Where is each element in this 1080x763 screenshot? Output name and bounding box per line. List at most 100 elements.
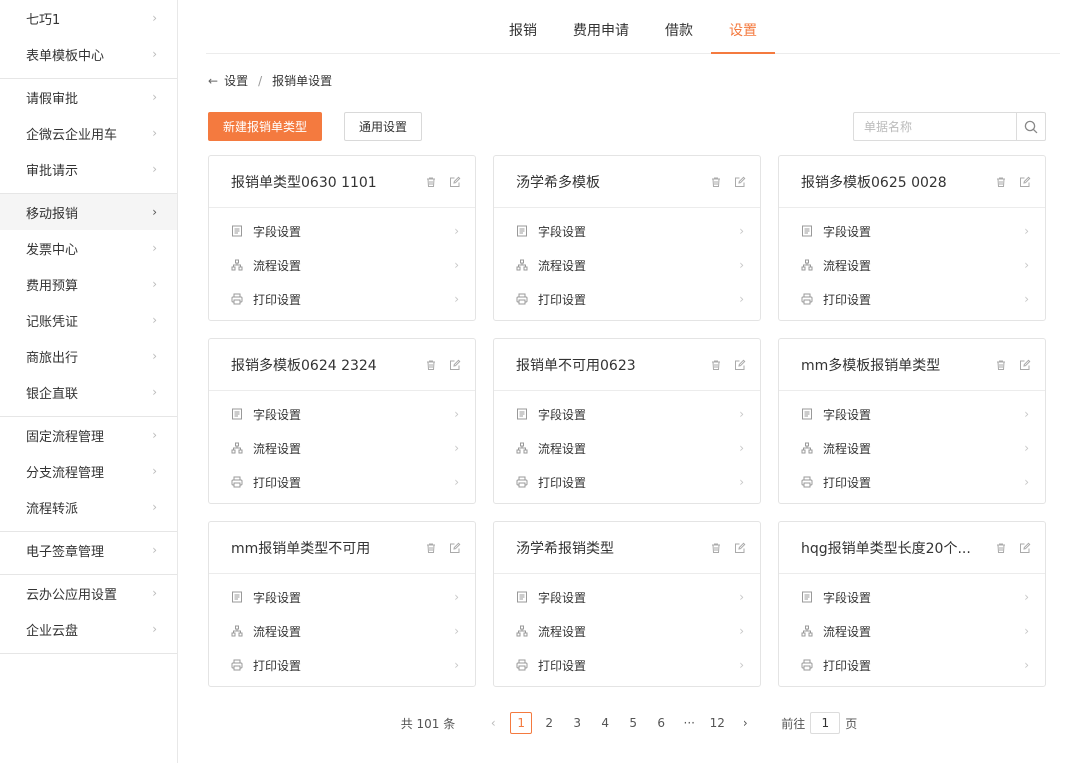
- search-input[interactable]: [854, 113, 1016, 140]
- setting-row[interactable]: 打印设置 ›: [209, 282, 475, 316]
- tab-item[interactable]: 费用申请: [555, 0, 647, 54]
- setting-row[interactable]: 打印设置 ›: [779, 282, 1045, 316]
- sidebar-item[interactable]: 企微云企业用车 ›: [0, 115, 177, 151]
- setting-row[interactable]: 流程设置 ›: [494, 431, 760, 465]
- trash-icon[interactable]: [710, 176, 722, 188]
- setting-row[interactable]: 流程设置 ›: [209, 431, 475, 465]
- card-actions: [710, 542, 746, 554]
- goto-page-input[interactable]: [810, 712, 841, 734]
- sidebar-item[interactable]: 固定流程管理 ›: [0, 417, 177, 453]
- trash-icon[interactable]: [425, 542, 437, 554]
- chevron-right-icon: ›: [152, 313, 157, 327]
- setting-row[interactable]: 字段设置 ›: [494, 214, 760, 248]
- edit-icon[interactable]: [449, 542, 461, 554]
- setting-label: 打印设置: [253, 658, 302, 673]
- search-button[interactable]: [1016, 113, 1045, 140]
- prev-page-icon[interactable]: ‹: [482, 712, 504, 734]
- setting-label: 流程设置: [253, 441, 302, 456]
- setting-row[interactable]: 流程设置 ›: [494, 248, 760, 282]
- tab-item[interactable]: 报销: [491, 0, 555, 54]
- setting-row[interactable]: 打印设置 ›: [494, 282, 760, 316]
- page-number[interactable]: 6: [650, 712, 672, 734]
- breadcrumb: ← 设置 / 报销单设置: [208, 72, 332, 89]
- setting-row[interactable]: 字段设置 ›: [779, 580, 1045, 614]
- setting-row[interactable]: 字段设置 ›: [209, 580, 475, 614]
- sidebar-item[interactable]: 请假审批 ›: [0, 79, 177, 115]
- chevron-right-icon: ›: [152, 464, 157, 478]
- setting-row[interactable]: 字段设置 ›: [209, 214, 475, 248]
- sidebar-item[interactable]: 审批请示 ›: [0, 151, 177, 187]
- sidebar-group: 移动报销 › 发票中心 › 费用预算 › 记账凭证 › 商旅出行 › 银企直联 ›: [0, 194, 177, 417]
- trash-icon[interactable]: [995, 359, 1007, 371]
- chevron-right-icon: ›: [152, 47, 157, 61]
- setting-row[interactable]: 流程设置 ›: [209, 614, 475, 648]
- sidebar-item[interactable]: 七巧1 ›: [0, 0, 177, 36]
- setting-label: 流程设置: [538, 441, 587, 456]
- chevron-right-icon: ›: [152, 205, 157, 219]
- trash-icon[interactable]: [710, 359, 722, 371]
- page-number[interactable]: 3: [566, 712, 588, 734]
- setting-row[interactable]: 打印设置 ›: [494, 648, 760, 682]
- more-pages-ellipsis[interactable]: ···: [678, 712, 700, 734]
- setting-row[interactable]: 字段设置 ›: [779, 397, 1045, 431]
- setting-row[interactable]: 打印设置 ›: [209, 465, 475, 499]
- edit-icon[interactable]: [734, 176, 746, 188]
- setting-row[interactable]: 字段设置 ›: [494, 397, 760, 431]
- breadcrumb-root[interactable]: 设置: [224, 72, 248, 89]
- sidebar-item[interactable]: 移动报销 ›: [0, 194, 177, 230]
- sidebar-item[interactable]: 银企直联 ›: [0, 374, 177, 410]
- expense-type-card: 报销单类型0630 1101 字段设置 › 流程设置 › 打印设置 ›: [208, 155, 476, 321]
- edit-icon[interactable]: [449, 176, 461, 188]
- next-page-icon[interactable]: ›: [734, 712, 756, 734]
- sidebar-item[interactable]: 分支流程管理 ›: [0, 453, 177, 489]
- setting-row[interactable]: 流程设置 ›: [209, 248, 475, 282]
- setting-row[interactable]: 打印设置 ›: [779, 465, 1045, 499]
- setting-row[interactable]: 字段设置 ›: [779, 214, 1045, 248]
- edit-icon[interactable]: [1019, 542, 1031, 554]
- card-title: 报销单类型0630 1101: [231, 174, 377, 191]
- setting-row[interactable]: 字段设置 ›: [494, 580, 760, 614]
- setting-row[interactable]: 字段设置 ›: [209, 397, 475, 431]
- setting-row[interactable]: 打印设置 ›: [779, 648, 1045, 682]
- trash-icon[interactable]: [995, 542, 1007, 554]
- setting-row[interactable]: 流程设置 ›: [779, 614, 1045, 648]
- setting-row[interactable]: 流程设置 ›: [779, 431, 1045, 465]
- trash-icon[interactable]: [710, 542, 722, 554]
- sidebar-item[interactable]: 企业云盘 ›: [0, 611, 177, 647]
- setting-row[interactable]: 流程设置 ›: [494, 614, 760, 648]
- sidebar-item[interactable]: 云办公应用设置 ›: [0, 575, 177, 611]
- setting-row[interactable]: 打印设置 ›: [494, 465, 760, 499]
- edit-icon[interactable]: [734, 542, 746, 554]
- trash-icon[interactable]: [425, 359, 437, 371]
- sidebar-item[interactable]: 商旅出行 ›: [0, 338, 177, 374]
- back-arrow-icon[interactable]: ←: [208, 74, 218, 88]
- sidebar-item[interactable]: 记账凭证 ›: [0, 302, 177, 338]
- flow-tree-icon: [516, 259, 530, 271]
- page-number[interactable]: 12: [706, 712, 728, 734]
- tab-item[interactable]: 设置: [711, 0, 775, 54]
- edit-icon[interactable]: [1019, 359, 1031, 371]
- setting-row[interactable]: 打印设置 ›: [209, 648, 475, 682]
- trash-icon[interactable]: [425, 176, 437, 188]
- tab-item[interactable]: 借款: [647, 0, 711, 54]
- page-number[interactable]: 1: [510, 712, 533, 734]
- sidebar-item[interactable]: 发票中心 ›: [0, 230, 177, 266]
- edit-icon[interactable]: [734, 359, 746, 371]
- sidebar-item[interactable]: 费用预算 ›: [0, 266, 177, 302]
- new-expense-type-button[interactable]: 新建报销单类型: [208, 112, 323, 141]
- sidebar-item[interactable]: 表单模板中心 ›: [0, 36, 177, 72]
- edit-icon[interactable]: [449, 359, 461, 371]
- search-icon: [1024, 120, 1038, 133]
- printer-icon: [516, 476, 530, 488]
- page-number[interactable]: 2: [538, 712, 560, 734]
- edit-icon[interactable]: [1019, 176, 1031, 188]
- setting-row[interactable]: 流程设置 ›: [779, 248, 1045, 282]
- sidebar-item[interactable]: 流程转派 ›: [0, 489, 177, 525]
- page-number[interactable]: 4: [594, 712, 616, 734]
- setting-label: 流程设置: [823, 624, 872, 639]
- general-settings-button[interactable]: 通用设置: [344, 112, 423, 141]
- card-body: 字段设置 › 流程设置 › 打印设置 ›: [209, 391, 475, 499]
- sidebar-item[interactable]: 电子签章管理 ›: [0, 532, 177, 568]
- page-number[interactable]: 5: [622, 712, 644, 734]
- trash-icon[interactable]: [995, 176, 1007, 188]
